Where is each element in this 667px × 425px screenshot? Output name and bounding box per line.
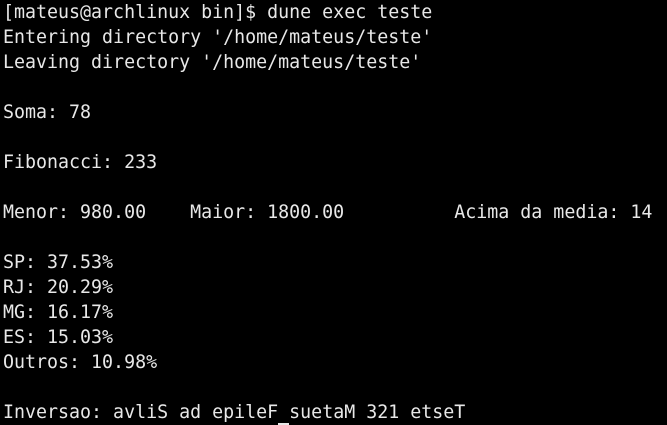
cursor-char (278, 402, 289, 423)
output-line-fibonacci: Fibonacci: 233 (3, 152, 158, 173)
inversao-text-before-cursor: Inversao: avliS ad epileF (3, 402, 279, 423)
output-line-soma: Soma: 78 (3, 102, 92, 123)
output-line-rj: RJ: 20.29% (3, 277, 114, 298)
output-line-menor-maior: Menor: 980.00 Maior: 1800.00 Acima da me… (3, 202, 653, 223)
output-line-inversao: Inversao: avliS ad epileF suetaM 321 ets… (3, 400, 667, 425)
prompt-line: [mateus@archlinux bin]$ dune exec teste (3, 2, 433, 23)
output-line-sp: SP: 37.53% (3, 252, 114, 273)
output-line-es: ES: 15.03% (3, 327, 114, 348)
output-line-outros: Outros: 10.98% (3, 352, 158, 373)
output-line-entering-directory: Entering directory '/home/mateus/teste' (3, 27, 433, 48)
cursor-cell (278, 400, 290, 425)
output-line-leaving-directory: Leaving directory '/home/mateus/teste' (3, 52, 422, 73)
output-line-mg: MG: 16.17% (3, 302, 114, 323)
terminal-window[interactable]: [mateus@archlinux bin]$ dune exec teste … (0, 0, 667, 425)
inversao-text-after-cursor: suetaM 321 etseT (289, 402, 466, 423)
